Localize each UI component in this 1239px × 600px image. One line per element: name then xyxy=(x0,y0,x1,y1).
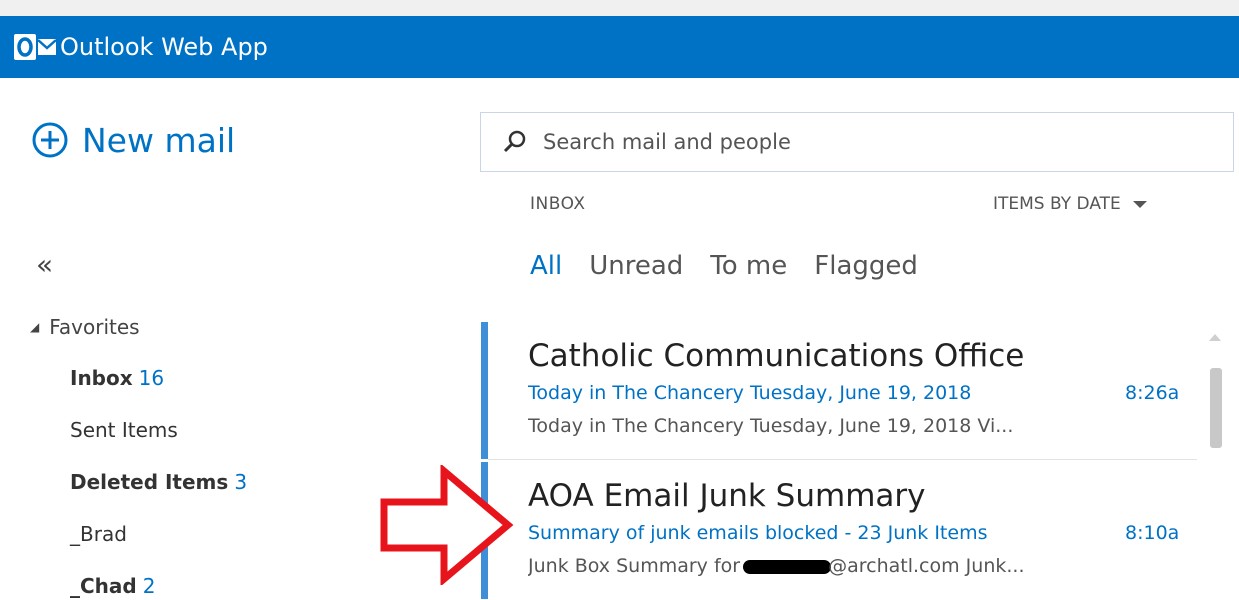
collapse-pane-icon[interactable]: « xyxy=(36,248,53,281)
filter-to-me[interactable]: To me xyxy=(710,251,787,281)
favorites-label: Favorites xyxy=(49,315,140,339)
filter-tabs: All Unread To me Flagged xyxy=(530,251,945,281)
message-preview: Today in The Chancery Tuesday, June 19, … xyxy=(528,415,1014,437)
message-subject: Today in The Chancery Tuesday, June 19, … xyxy=(528,382,972,404)
redaction-mark xyxy=(743,559,832,574)
scroll-up-icon[interactable] xyxy=(1209,334,1221,341)
folder-brad[interactable]: _Brad xyxy=(70,522,127,546)
message-item[interactable]: Catholic Communications Office Today in … xyxy=(481,322,1197,459)
caret-down-icon xyxy=(1132,200,1147,208)
search-placeholder: Search mail and people xyxy=(543,130,791,154)
unread-count: 16 xyxy=(138,366,165,390)
filter-all[interactable]: All xyxy=(530,251,562,281)
app-header: Outlook Web App xyxy=(0,16,1239,78)
plus-circle-icon xyxy=(32,122,68,158)
browser-top-strip xyxy=(0,0,1239,16)
unread-count: 2 xyxy=(142,574,156,598)
message-preview: Junk Box Summary for @archatl.com Junk..… xyxy=(528,555,1103,577)
filter-flagged[interactable]: Flagged xyxy=(814,251,918,281)
unread-indicator xyxy=(481,322,488,459)
folder-inbox[interactable]: Inbox 16 xyxy=(70,366,164,390)
search-icon xyxy=(503,130,526,153)
folder-label: Deleted Items xyxy=(70,470,229,494)
triangle-down-icon: ◢ xyxy=(30,320,40,334)
folder-deleted-items[interactable]: Deleted Items 3 xyxy=(70,470,247,494)
folder-chad[interactable]: _Chad 2 xyxy=(70,574,155,598)
new-mail-label: New mail xyxy=(82,120,236,160)
message-item[interactable]: AOA Email Junk Summary Summary of junk e… xyxy=(481,462,1197,599)
folder-title: INBOX xyxy=(530,194,586,214)
outlook-logo-icon xyxy=(14,32,58,62)
favorites-header[interactable]: ◢ Favorites xyxy=(30,315,140,339)
preview-end: @archatl.com Junk... xyxy=(828,555,1025,577)
sort-dropdown[interactable]: ITEMS BY DATE xyxy=(993,194,1147,214)
message-subject: Summary of junk emails blocked - 23 Junk… xyxy=(528,522,988,544)
message-divider xyxy=(488,459,1197,460)
message-sender: Catholic Communications Office xyxy=(528,338,1023,374)
folder-label: Sent Items xyxy=(70,418,178,442)
app-title: Outlook Web App xyxy=(60,33,268,61)
unread-count: 3 xyxy=(234,470,248,494)
folder-sent-items[interactable]: Sent Items xyxy=(70,418,178,442)
sort-label: ITEMS BY DATE xyxy=(993,194,1121,214)
red-arrow-annotation-icon xyxy=(380,465,514,585)
preview-start: Junk Box Summary for xyxy=(528,555,741,577)
scrollbar-thumb[interactable] xyxy=(1210,368,1222,448)
new-mail-button[interactable]: New mail xyxy=(30,120,235,160)
filter-unread[interactable]: Unread xyxy=(589,251,683,281)
message-time: 8:10a xyxy=(1125,522,1180,544)
search-input[interactable]: Search mail and people xyxy=(480,112,1234,172)
message-list-scrollbar[interactable] xyxy=(1205,322,1225,600)
message-sender: AOA Email Junk Summary xyxy=(528,478,926,514)
folder-label: _Brad xyxy=(70,522,127,546)
folder-label: _Chad xyxy=(70,574,137,598)
message-time: 8:26a xyxy=(1125,382,1180,404)
folder-label: Inbox xyxy=(70,366,133,390)
